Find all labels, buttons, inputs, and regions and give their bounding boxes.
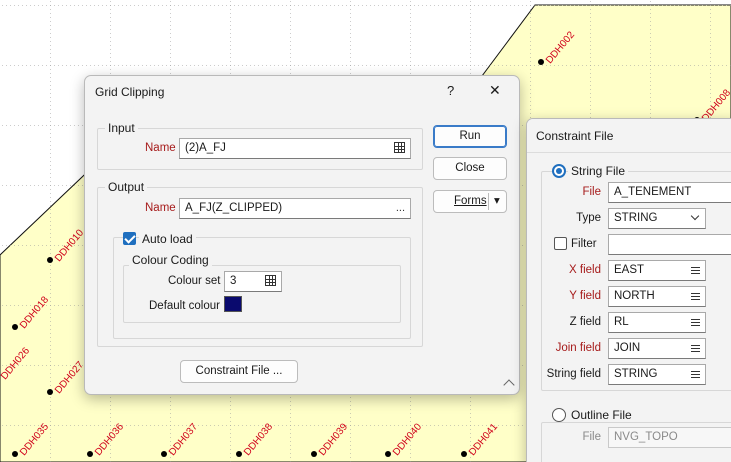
input-name-label: Name xyxy=(145,142,176,154)
sf-type-value: STRING xyxy=(614,212,658,224)
constraint-file-button[interactable]: Constraint File ... xyxy=(180,360,298,383)
drill-hole-marker[interactable] xyxy=(12,451,18,457)
sf-z-list-button[interactable] xyxy=(691,318,700,330)
constraint-file-dialog: Constraint File String File File A_TENEM… xyxy=(526,118,731,462)
sf-y-list-button[interactable] xyxy=(691,292,700,304)
colour-set-field[interactable]: 3 xyxy=(224,271,282,292)
sf-filter-checkbox[interactable] xyxy=(554,237,567,250)
forms-button[interactable]: Forms ▾ xyxy=(433,190,507,213)
colour-set-browse-button[interactable] xyxy=(265,275,276,289)
run-button[interactable]: Run xyxy=(433,125,507,148)
list-icon xyxy=(691,371,700,379)
of-file-value: NVG_TOPO xyxy=(614,431,678,443)
list-icon xyxy=(691,345,700,353)
of-file-field[interactable]: NVG_TOPO xyxy=(608,427,731,448)
forms-divider xyxy=(488,193,489,210)
sf-x-list-button[interactable] xyxy=(691,266,700,278)
list-icon xyxy=(691,267,700,275)
constraint-dialog-title: Constraint File xyxy=(536,129,614,143)
string-file-radio[interactable] xyxy=(552,164,566,178)
sf-x-field-value: EAST xyxy=(614,264,645,276)
dialog-title: Grid Clipping xyxy=(95,85,165,99)
sf-filter-field[interactable] xyxy=(608,234,731,255)
drill-hole-marker[interactable] xyxy=(47,389,53,395)
sf-type-select[interactable]: STRING xyxy=(608,208,706,229)
help-button[interactable]: ? xyxy=(447,83,454,98)
sf-y-field[interactable]: NORTH xyxy=(608,286,706,307)
of-file-label: File xyxy=(582,431,601,443)
auto-load-checkbox[interactable] xyxy=(123,232,136,245)
browse-grid-button[interactable] xyxy=(394,142,405,156)
sf-join-field-value: JOIN xyxy=(614,342,641,354)
chevron-down-icon xyxy=(690,211,700,221)
colour-set-value: 3 xyxy=(230,275,237,287)
output-name-label: Name xyxy=(145,202,176,214)
drill-hole-marker[interactable] xyxy=(161,451,167,457)
close-dialog-button[interactable]: Close xyxy=(433,157,507,180)
sf-file-value: A_TENEMENT xyxy=(614,186,692,198)
sf-y-field-value: NORTH xyxy=(614,290,655,302)
string-file-label: String File xyxy=(568,164,629,178)
sf-join-field[interactable]: JOIN xyxy=(608,338,706,359)
sf-string-field-value: STRING xyxy=(614,368,658,380)
sf-file-label: File xyxy=(582,186,601,198)
colour-set-label: Colour set xyxy=(168,275,221,287)
sf-string-list-button[interactable] xyxy=(691,370,700,382)
close-button[interactable]: ✕ xyxy=(489,82,501,99)
sf-join-list-button[interactable] xyxy=(691,344,700,356)
sf-filter-label: Filter xyxy=(571,238,597,250)
sf-y-field-label: Y field xyxy=(569,290,601,302)
forms-label: Forms xyxy=(454,195,487,207)
sf-z-field-label: Z field xyxy=(569,316,601,328)
output-name-field[interactable]: A_FJ(Z_CLIPPED) ... xyxy=(179,198,411,219)
drill-hole-marker[interactable] xyxy=(385,451,391,457)
colour-coding-label: Colour Coding xyxy=(129,253,212,267)
output-group-label: Output xyxy=(105,180,148,194)
drill-hole-marker[interactable] xyxy=(12,324,18,330)
input-name-field[interactable]: (2)A_FJ xyxy=(179,138,411,159)
default-colour-label: Default colour xyxy=(149,300,220,312)
default-colour-swatch[interactable] xyxy=(224,296,242,312)
grid-browse-icon xyxy=(394,142,405,153)
drill-hole-marker[interactable] xyxy=(311,451,317,457)
outline-file-label: Outline File xyxy=(568,408,635,422)
table-icon xyxy=(265,275,276,286)
outline-file-radio[interactable] xyxy=(552,408,566,422)
sf-z-field[interactable]: RL xyxy=(608,312,706,333)
drill-hole-marker[interactable] xyxy=(461,451,467,457)
sf-file-field[interactable]: A_TENEMENT xyxy=(608,182,731,203)
list-icon xyxy=(691,293,700,301)
close-icon: ✕ xyxy=(489,82,501,98)
drill-hole-marker[interactable] xyxy=(87,451,93,457)
sf-x-field-label: X field xyxy=(569,264,601,276)
input-name-value: (2)A_FJ xyxy=(185,142,226,154)
drill-hole-marker[interactable] xyxy=(47,257,53,263)
sf-x-field[interactable]: EAST xyxy=(608,260,706,281)
output-browse-button[interactable]: ... xyxy=(396,202,405,214)
output-name-value: A_FJ(Z_CLIPPED) xyxy=(185,202,283,214)
drill-hole-marker[interactable] xyxy=(236,451,242,457)
sf-type-label: Type xyxy=(576,212,601,224)
sf-join-field-label: Join field xyxy=(555,342,601,354)
input-group-label: Input xyxy=(105,121,138,135)
list-icon xyxy=(691,319,700,327)
help-icon: ? xyxy=(447,83,455,98)
grid-clipping-dialog: Grid Clipping ? ✕ Input Name (2)A_FJ Out… xyxy=(84,75,520,395)
collapse-chevron-icon[interactable] xyxy=(503,379,515,391)
drill-hole-marker[interactable] xyxy=(538,59,544,65)
sf-string-field-label: String field xyxy=(546,368,601,380)
chevron-down-icon[interactable]: ▾ xyxy=(494,191,500,212)
sf-z-field-value: RL xyxy=(614,316,629,328)
auto-load-label: Auto load xyxy=(139,232,196,246)
sf-string-field[interactable]: STRING xyxy=(608,364,706,385)
